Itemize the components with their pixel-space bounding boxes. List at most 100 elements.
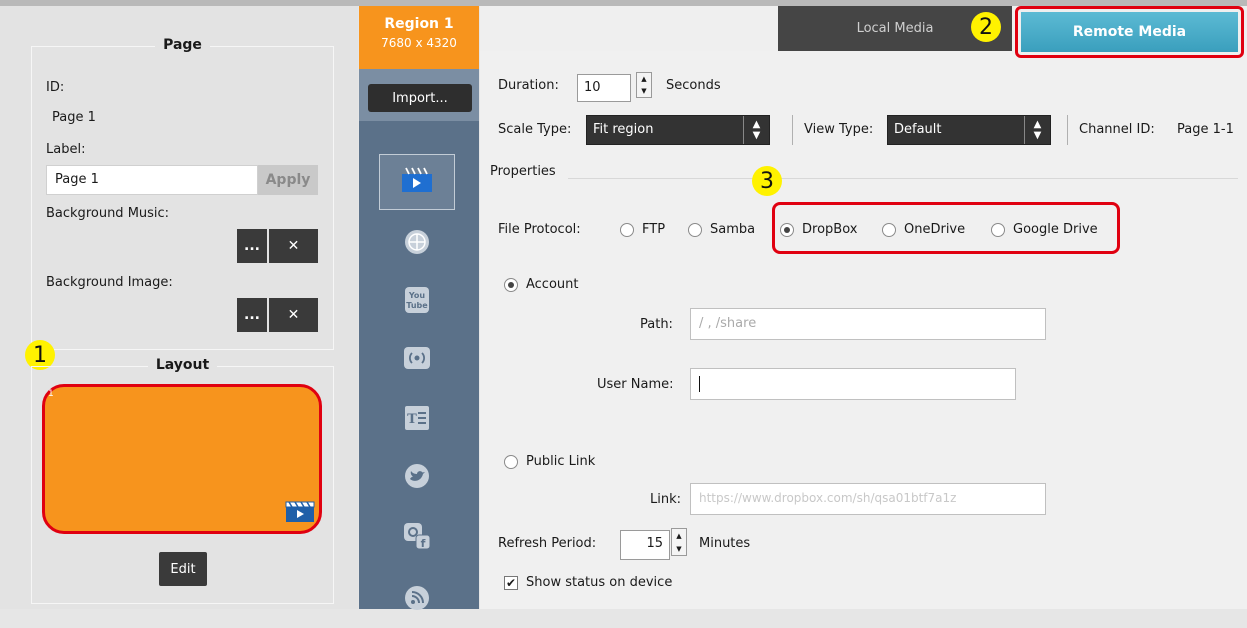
page-group: Page ID: Page 1 Label: Page 1 Apply Back… xyxy=(31,37,334,350)
step-badge-3: 3 xyxy=(752,166,782,196)
file-protocol-label: File Protocol: xyxy=(498,222,581,237)
refresh-period-unit: Minutes xyxy=(699,536,751,551)
web-icon xyxy=(403,228,431,260)
radio-button[interactable] xyxy=(991,222,1005,237)
properties-heading: Properties xyxy=(490,164,556,179)
label-label: Label: xyxy=(46,142,86,157)
text-icon: T xyxy=(403,404,431,436)
protocol-google-drive[interactable]: Google Drive xyxy=(991,222,1098,237)
radio-button[interactable] xyxy=(504,454,518,469)
tool-video[interactable] xyxy=(379,154,455,210)
import-button[interactable]: Import... xyxy=(368,84,472,112)
tool-youtube[interactable]: You Tube xyxy=(379,274,455,330)
image-browse-button[interactable]: ... xyxy=(237,298,267,332)
updown-arrow-icon: ▲ ▼ xyxy=(1024,116,1050,144)
radio-button[interactable] xyxy=(620,222,634,237)
protocol-onedrive[interactable]: OneDrive xyxy=(882,222,965,237)
rss-icon xyxy=(403,584,431,616)
id-value: Page 1 xyxy=(52,110,96,125)
page-group-title: Page xyxy=(155,37,210,53)
youtube-icon: You Tube xyxy=(403,285,431,319)
protocol-dropbox[interactable]: DropBox xyxy=(780,222,857,237)
video-icon xyxy=(285,501,315,527)
music-clear-button[interactable]: ✕ xyxy=(269,229,318,263)
media-settings-panel: Local Media 2 Remote Media Duration: 10 … xyxy=(480,6,1247,609)
down-arrow-icon: ▼ xyxy=(641,87,647,95)
layout-group: Layout 1 Edit xyxy=(31,357,334,604)
duration-unit: Seconds xyxy=(666,78,721,93)
path-input[interactable]: / , /share xyxy=(690,308,1046,340)
step-badge-2: 2 xyxy=(971,12,1001,42)
up-arrow-icon: ▲ xyxy=(676,531,682,540)
radio-button-selected[interactable] xyxy=(780,222,794,237)
path-label: Path: xyxy=(640,317,673,332)
auth-account[interactable]: Account xyxy=(504,277,579,292)
scale-type-select[interactable]: Fit region ▲ ▼ xyxy=(586,115,770,145)
svg-text:You: You xyxy=(408,291,426,300)
protocol-ftp[interactable]: FTP xyxy=(620,222,665,237)
svg-text:T: T xyxy=(407,412,417,427)
background-image-label: Background Image: xyxy=(46,275,173,290)
updown-arrow-icon: ▲ ▼ xyxy=(743,116,769,144)
auth-public-link[interactable]: Public Link xyxy=(504,454,595,469)
protocol-samba[interactable]: Samba xyxy=(688,222,755,237)
up-arrow-icon: ▲ xyxy=(641,75,647,83)
image-clear-button[interactable]: ✕ xyxy=(269,298,318,332)
show-status-checkbox[interactable]: ✔ Show status on device xyxy=(504,575,672,590)
stream-icon xyxy=(402,344,432,376)
tool-stream[interactable] xyxy=(379,332,455,388)
region-number: 1 xyxy=(48,389,54,399)
channel-id-label: Channel ID: xyxy=(1079,122,1155,137)
radio-button[interactable] xyxy=(882,222,896,237)
media-type-toolbar: Region 1 7680 x 4320 Import... You Tube … xyxy=(359,6,479,610)
layout-region-preview[interactable]: 1 xyxy=(42,384,322,534)
background-music-label: Background Music: xyxy=(46,206,170,221)
refresh-period-label: Refresh Period: xyxy=(498,536,597,551)
label-input[interactable]: Page 1 xyxy=(46,165,258,195)
duration-stepper[interactable]: ▲ ▼ xyxy=(636,72,652,98)
duration-label: Duration: xyxy=(498,78,559,93)
view-type-label: View Type: xyxy=(804,122,874,137)
video-icon xyxy=(400,166,434,198)
scale-type-label: Scale Type: xyxy=(498,122,572,137)
music-browse-button[interactable]: ... xyxy=(237,229,267,263)
view-type-value: Default xyxy=(894,122,942,137)
text-cursor xyxy=(699,376,700,392)
instagram-facebook-icon: f xyxy=(402,521,432,555)
radio-button-selected[interactable] xyxy=(504,277,518,292)
edit-layout-button[interactable]: Edit xyxy=(159,552,207,586)
region-header: Region 1 7680 x 4320 xyxy=(359,6,479,69)
media-tabs: Local Media 2 Remote Media xyxy=(480,6,1247,58)
tool-web[interactable] xyxy=(379,216,455,272)
twitter-icon xyxy=(403,462,431,494)
tool-text[interactable]: T xyxy=(379,392,455,448)
refresh-period-input[interactable]: 15 xyxy=(620,530,670,560)
page-properties-panel: Page ID: Page 1 Label: Page 1 Apply Back… xyxy=(0,6,358,609)
tool-instagram-facebook[interactable]: f xyxy=(379,510,455,566)
duration-input[interactable]: 10 xyxy=(577,74,631,102)
radio-button[interactable] xyxy=(688,222,702,237)
remote-media-highlight: Remote Media xyxy=(1015,6,1244,58)
tool-twitter[interactable] xyxy=(379,450,455,506)
tab-remote-media[interactable]: Remote Media xyxy=(1021,12,1238,52)
link-label: Link: xyxy=(650,492,682,507)
user-name-input[interactable] xyxy=(690,368,1016,400)
apply-button[interactable]: Apply xyxy=(258,165,318,195)
close-icon: ✕ xyxy=(287,238,300,254)
close-icon: ✕ xyxy=(287,307,300,323)
link-input[interactable]: https://www.dropbox.com/sh/qsa01btf7a1z xyxy=(690,483,1046,515)
user-name-label: User Name: xyxy=(597,377,674,392)
svg-text:Tube: Tube xyxy=(406,301,428,310)
refresh-period-stepper[interactable]: ▲ ▼ xyxy=(671,528,687,556)
tool-rss[interactable] xyxy=(379,572,455,628)
region-size: 7680 x 4320 xyxy=(381,36,457,50)
view-type-select[interactable]: Default ▲ ▼ xyxy=(887,115,1051,145)
layout-group-title: Layout xyxy=(147,357,218,373)
svg-text:f: f xyxy=(421,537,426,550)
down-arrow-icon: ▼ xyxy=(676,544,682,553)
scale-type-value: Fit region xyxy=(593,122,654,137)
region-name: Region 1 xyxy=(384,16,454,32)
id-label: ID: xyxy=(46,80,65,95)
checkmark-icon[interactable]: ✔ xyxy=(504,575,518,590)
channel-id-value: Page 1-1 xyxy=(1177,122,1234,137)
